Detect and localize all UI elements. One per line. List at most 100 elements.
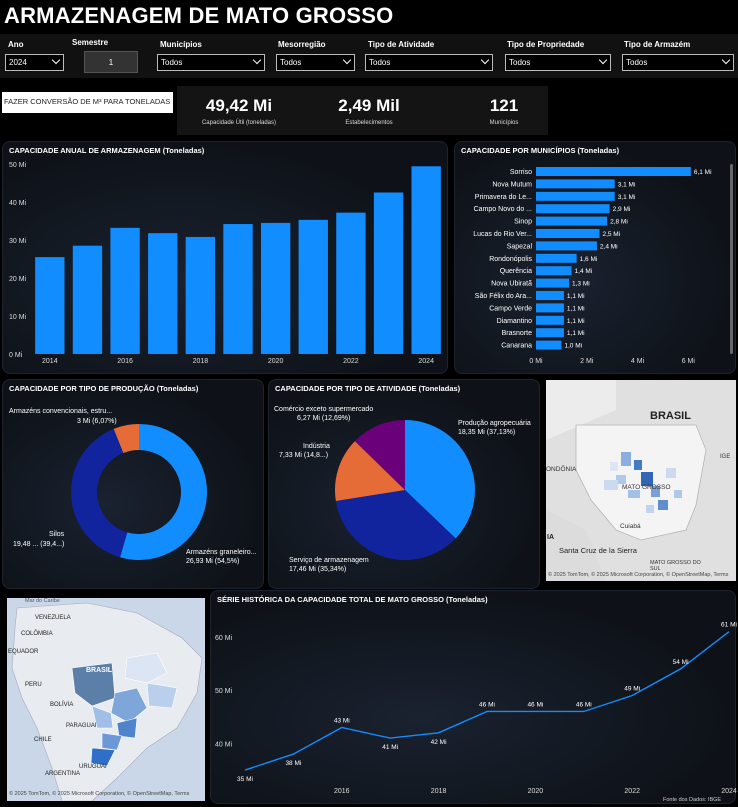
data-label: 54 Mi	[673, 659, 689, 666]
kpi-label: Capacidade Útil (toneladas)	[201, 120, 277, 126]
municipio-label: Rondonópolis	[489, 256, 532, 263]
municipio-bar	[536, 253, 577, 263]
filter-tipo-atividade-select[interactable]: Todos	[365, 54, 493, 71]
data-label: 49 Mi	[624, 686, 640, 693]
south-america-map-canvas	[7, 598, 205, 801]
y-tick-label: 30 Mi	[9, 238, 27, 245]
chevron-down-icon	[480, 55, 490, 65]
municipio-bar	[536, 328, 564, 338]
municipio-label: São Félix do Ara...	[475, 293, 532, 300]
municipio-bar	[536, 278, 569, 288]
y-tick-label: 40 Mi	[215, 741, 233, 748]
slice-label: Produção agropecuária	[458, 420, 531, 427]
municipio-bar	[536, 266, 572, 276]
municipio-label: Nova Ubiratã	[491, 281, 532, 288]
chevron-down-icon	[721, 55, 731, 65]
page-title: ARMAZENAGEM DE MATO GROSSO	[4, 3, 394, 28]
data-label: 38 Mi	[285, 760, 301, 767]
atividade-panel: CAPACIDADE POR TIPO DE ATIVIDADE (Tonela…	[268, 379, 540, 589]
municipio-bar	[536, 179, 615, 189]
municipio-bar	[536, 216, 608, 226]
kpi-value: 121	[489, 96, 519, 115]
data-label: 42 Mi	[431, 739, 447, 746]
slice-value-label: 17,46 Mi (35,34%)	[289, 566, 346, 573]
y-tick-label: 60 Mi	[215, 635, 233, 642]
filter-ano-value: 2024	[9, 58, 27, 67]
atividade-pie-chart: Produção agropecuária 18,35 Mi (37,13%) Se…	[274, 406, 531, 573]
bar-2018	[185, 236, 216, 354]
map-label-ms: MATO GROSSO DO SUL	[650, 560, 701, 572]
bar-2015	[72, 245, 103, 354]
data-label: 61 Mi	[721, 622, 737, 629]
slice-label: Indústria	[303, 443, 330, 450]
serie-line-chart: 40 Mi 50 Mi 60 Mi 2016 2018 2020 2022 2024 35 Mi…	[215, 622, 737, 795]
municipio-label: Diamantino	[497, 318, 533, 325]
municipio-label: Primavera do Le...	[475, 194, 532, 201]
bar-2022	[336, 212, 366, 354]
municipio-label: Brasnorte	[502, 330, 532, 337]
filter-label-tipo-propriedade: Tipo de Propriedade	[507, 40, 585, 49]
slice-value-label: 26,93 Mi (54,5%)	[186, 558, 239, 565]
municipio-label: Nova Mutum	[492, 181, 532, 188]
map-label-bolivia: BOLÍVIA	[50, 702, 74, 708]
map-label-bolivia-fragment: IA	[547, 534, 554, 541]
filter-label-mesorregiao: Mesorregião	[278, 40, 326, 49]
municipio-label: Sapezal	[507, 243, 533, 250]
municipio-bar	[536, 167, 691, 176]
kpi-value: 2,49 Mil	[338, 96, 400, 115]
conversion-button[interactable]: FAZER CONVERSÃO DE M³ PARA TONELADAS	[2, 92, 173, 113]
municipio-bar	[536, 229, 600, 238]
chevron-down-icon	[598, 55, 608, 65]
map-label-chile: CHILE	[34, 737, 52, 743]
map-label-venezuela: VENEZUELA	[35, 615, 71, 621]
municipio-label: Lucas do Rio Ver...	[473, 231, 532, 238]
map-label-peru: PERU	[25, 682, 42, 688]
map-label-brasil: BRASIL	[86, 667, 113, 674]
slice-value-label: 3 Mi (6,07%)	[77, 418, 117, 425]
y-tick-label: 10 Mi	[9, 314, 27, 321]
x-tick-label: 2022	[624, 788, 640, 795]
filter-ano-select[interactable]: 2024	[5, 54, 64, 71]
municipio-value-label: 1,1 Mi	[567, 330, 585, 337]
municipio-value-label: 1,1 Mi	[567, 293, 585, 300]
mato-grosso-map[interactable]: BRASIL MATO GROSSO Cuiabá ONDÔNIA IA San…	[546, 380, 736, 581]
map-label-cuiaba: Cuiabá	[620, 523, 641, 530]
slice-value-label: 18,35 Mi (37,13%)	[458, 429, 515, 436]
chevron-down-icon	[51, 55, 61, 65]
municipio-bar	[536, 303, 564, 313]
map-label-paraguai: PARAGUAI	[66, 723, 97, 729]
map-attribution[interactable]: © 2025 TomTom, © 2025 Microsoft Corporat…	[548, 572, 728, 578]
kpi-label: Municípios	[489, 120, 519, 126]
filter-semestre-input[interactable]: 1	[84, 51, 138, 73]
map-label-rondonia: ONDÔNIA	[546, 466, 577, 473]
kpi-estabelecimentos: 2,49 Mil Estabelecimentos	[329, 96, 409, 126]
producao-panel: CAPACIDADE POR TIPO DE PRODUÇÃO (Tonelad…	[2, 379, 264, 589]
filter-mesorregiao-select[interactable]: Todos	[276, 54, 355, 71]
municipio-bar	[536, 340, 562, 350]
x-tick-label: 2014	[42, 358, 58, 365]
municipio-bar	[536, 191, 615, 201]
municipio-value-label: 3,1 Mi	[618, 194, 636, 201]
x-tick-label: 2018	[431, 788, 447, 795]
annual-capacity-panel: CAPACIDADE ANUAL DE ARMAZENAGEM (Tonelad…	[2, 141, 448, 374]
map-label-santa-cruz: Santa Cruz de la Sierra	[559, 546, 637, 555]
municipio-value-label: 2,5 Mi	[602, 231, 620, 238]
data-label: 41 Mi	[382, 744, 398, 751]
filter-label-tipo-armazem: Tipo de Armazém	[624, 40, 691, 49]
filter-municipios-select[interactable]: Todos	[157, 54, 265, 71]
y-tick-label: 40 Mi	[9, 200, 27, 207]
map-label-brasil: BRASIL	[650, 410, 691, 422]
municipios-scrollbar[interactable]	[730, 164, 733, 354]
map-attribution[interactable]: © 2025 TomTom, © 2025 Microsoft Corporat…	[9, 791, 189, 797]
filter-tipo-propriedade-select[interactable]: Todos	[505, 54, 611, 71]
municipio-value-label: 1,6 Mi	[580, 256, 598, 263]
south-america-map[interactable]: Mar do Caribe VENEZUELA COLÔMBIA EQUADOR…	[7, 598, 205, 801]
map-label-equador: EQUADOR	[8, 649, 39, 655]
map-label-right: IGE	[720, 454, 731, 460]
bar-2016	[110, 227, 140, 354]
municipios-panel: CAPACIDADE POR MUNICÍPIOS (Toneladas) So…	[454, 141, 736, 374]
bar-2019	[223, 224, 253, 354]
slice-label: Comércio exceto supermercado	[274, 406, 373, 413]
filter-tipo-armazem-select[interactable]: Todos	[622, 54, 734, 71]
municipio-value-label: 1,1 Mi	[567, 318, 585, 325]
